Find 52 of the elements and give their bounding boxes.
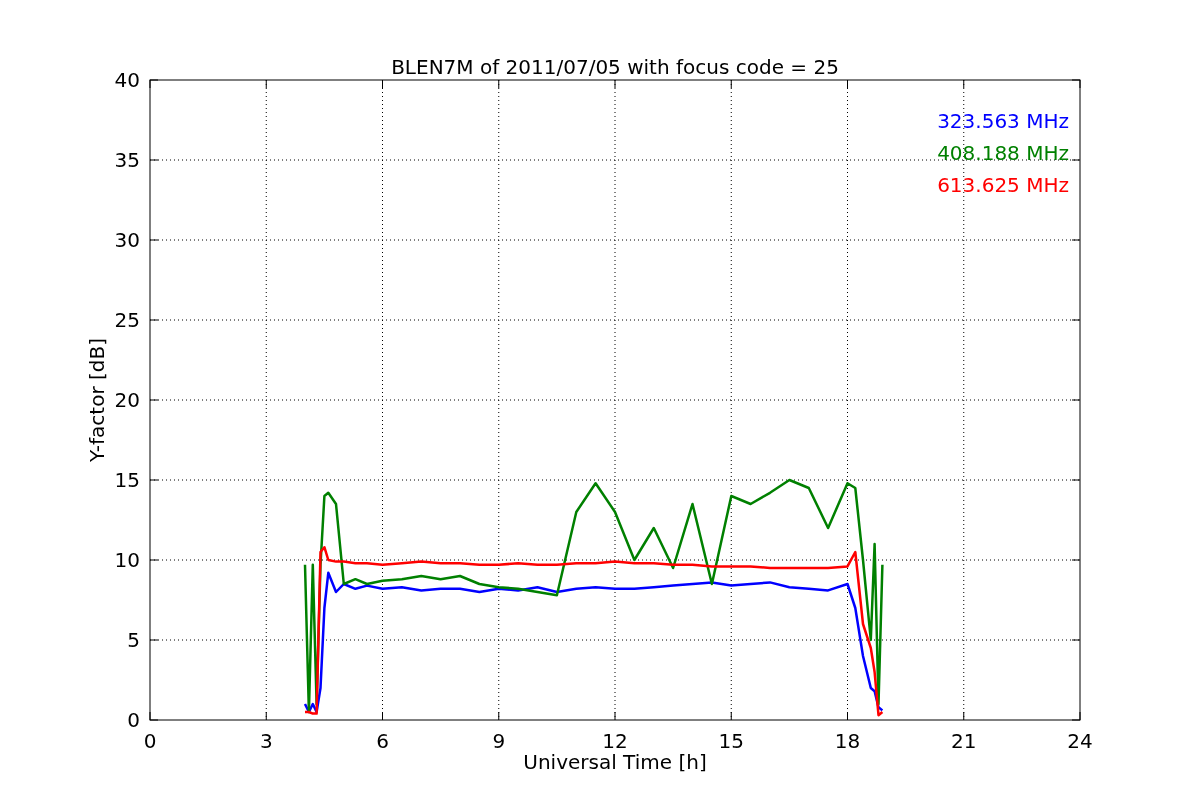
tick-mark bbox=[382, 79, 383, 89]
tick-mark bbox=[149, 159, 159, 161]
tick-mark bbox=[963, 711, 965, 721]
tick-mark bbox=[1071, 399, 1081, 401]
x-axis-label: Universal Time [h] bbox=[523, 750, 707, 774]
y-tick-label: 40 bbox=[114, 68, 140, 92]
x-tick-label: 15 bbox=[718, 729, 744, 753]
legend-label: 613.625 MHz bbox=[937, 173, 1069, 197]
x-tick-label: 9 bbox=[492, 729, 506, 753]
tick-mark bbox=[1071, 479, 1081, 481]
y-tick-label: 25 bbox=[114, 308, 140, 332]
tick-mark bbox=[1071, 159, 1081, 161]
legend-label: 323.563 MHz bbox=[937, 109, 1069, 133]
tick-mark bbox=[1071, 239, 1081, 241]
tick-mark bbox=[730, 711, 732, 721]
tick-mark bbox=[730, 79, 732, 89]
tick-mark bbox=[847, 79, 848, 89]
tick-mark bbox=[382, 711, 383, 721]
y-tick-label: 0 bbox=[127, 708, 140, 732]
y-tick-label: 30 bbox=[114, 228, 140, 252]
tick-mark bbox=[149, 399, 159, 401]
tick-mark bbox=[149, 319, 159, 321]
legend-label: 408.188 MHz bbox=[937, 141, 1069, 165]
x-tick-label: 18 bbox=[834, 729, 861, 753]
x-tick-label: 3 bbox=[259, 729, 273, 753]
tick-mark bbox=[614, 79, 616, 89]
y-tick-label: 5 bbox=[127, 628, 140, 652]
tick-mark bbox=[498, 79, 500, 89]
y-tick-label: 10 bbox=[114, 548, 140, 572]
y-tick-label: 35 bbox=[114, 148, 140, 172]
x-tick-label: 24 bbox=[1067, 729, 1093, 753]
tick-mark bbox=[149, 479, 159, 481]
y-axis-label: Y-factor [dB] bbox=[85, 338, 109, 462]
x-tick-label: 0 bbox=[143, 729, 157, 753]
y-tick-label: 20 bbox=[114, 388, 140, 412]
tick-mark bbox=[963, 79, 965, 89]
tick-mark bbox=[498, 711, 500, 721]
tick-mark bbox=[1071, 559, 1081, 561]
y-tick-label: 15 bbox=[114, 468, 140, 492]
x-tick-label: 6 bbox=[376, 729, 389, 753]
tick-mark bbox=[149, 559, 159, 561]
tick-mark bbox=[1071, 319, 1081, 321]
tick-mark bbox=[149, 639, 159, 641]
tick-mark bbox=[265, 79, 267, 89]
tick-mark bbox=[149, 239, 159, 241]
x-tick-label: 12 bbox=[602, 729, 628, 753]
x-tick-label: 21 bbox=[951, 729, 977, 753]
tick-mark bbox=[1071, 639, 1081, 641]
tick-mark bbox=[614, 711, 616, 721]
tick-mark bbox=[847, 711, 848, 721]
tick-mark bbox=[265, 711, 267, 721]
chart-title: BLEN7M of 2011/07/05 with focus code = 25 bbox=[391, 55, 839, 79]
